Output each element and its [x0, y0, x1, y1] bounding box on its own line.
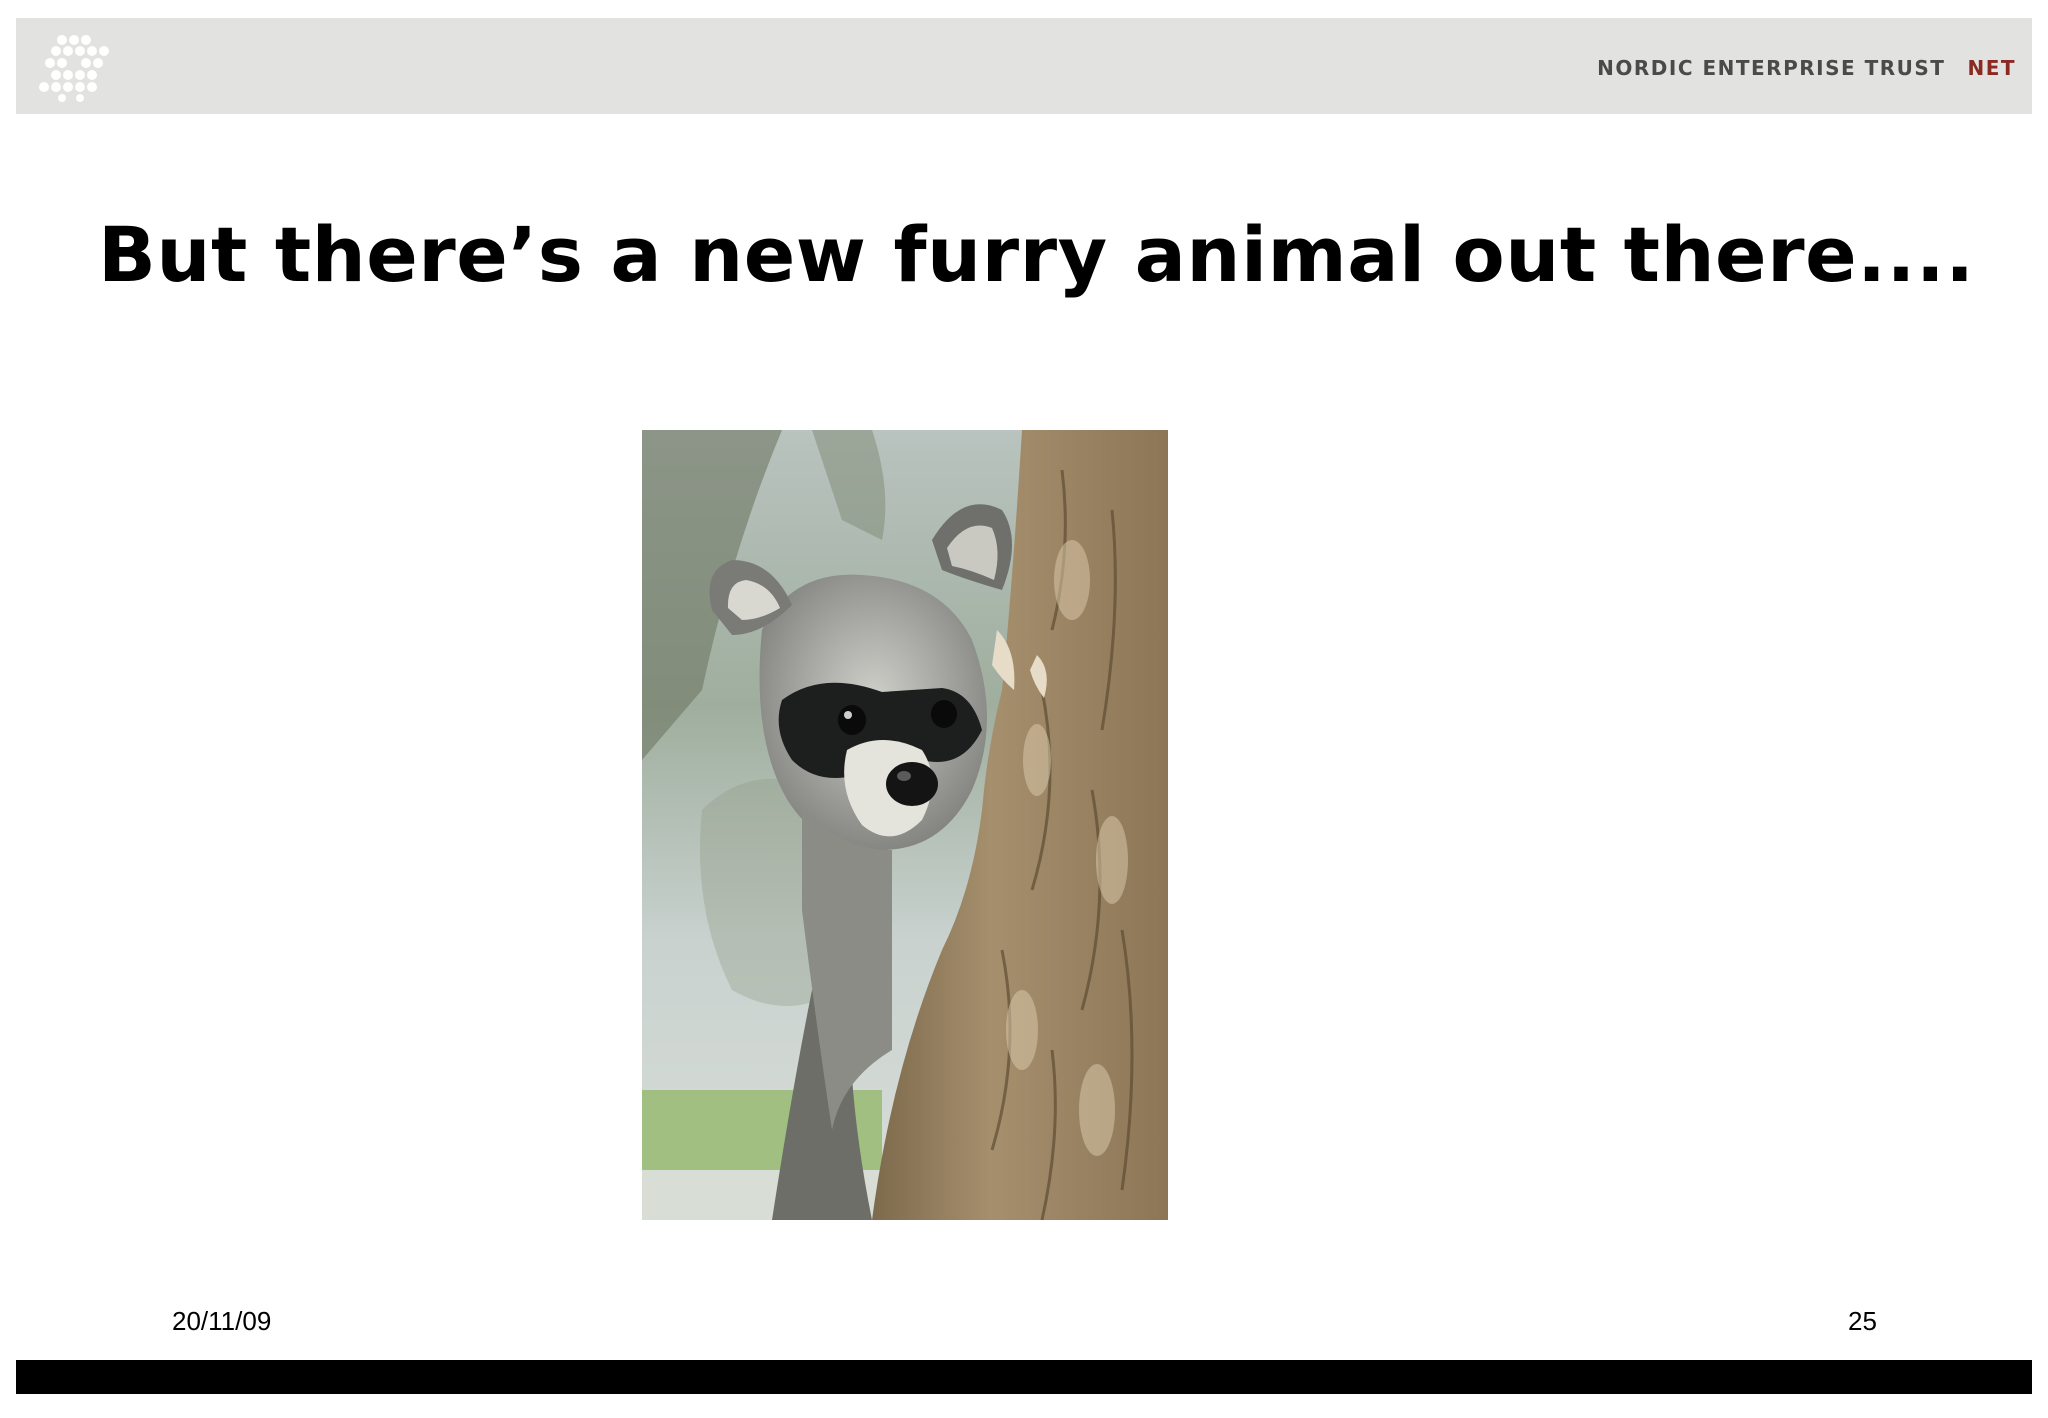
raccoon-photo: [642, 430, 1168, 1220]
brand-wordmark: NORDIC ENTERPRISE TRUST NET: [1597, 56, 2016, 80]
header-bar: NORDIC ENTERPRISE TRUST NET: [16, 18, 2032, 114]
brand-short: NET: [1967, 56, 2016, 80]
page-number: 25: [1848, 1306, 1877, 1336]
slide-title: But there’s a new furry animal out there…: [98, 210, 1975, 299]
footer-bar: [16, 1360, 2032, 1394]
brand-name: NORDIC ENTERPRISE TRUST: [1597, 56, 1946, 80]
dot-grid-logo-icon: [36, 32, 116, 102]
footer-date: 20/11/09: [172, 1306, 272, 1336]
